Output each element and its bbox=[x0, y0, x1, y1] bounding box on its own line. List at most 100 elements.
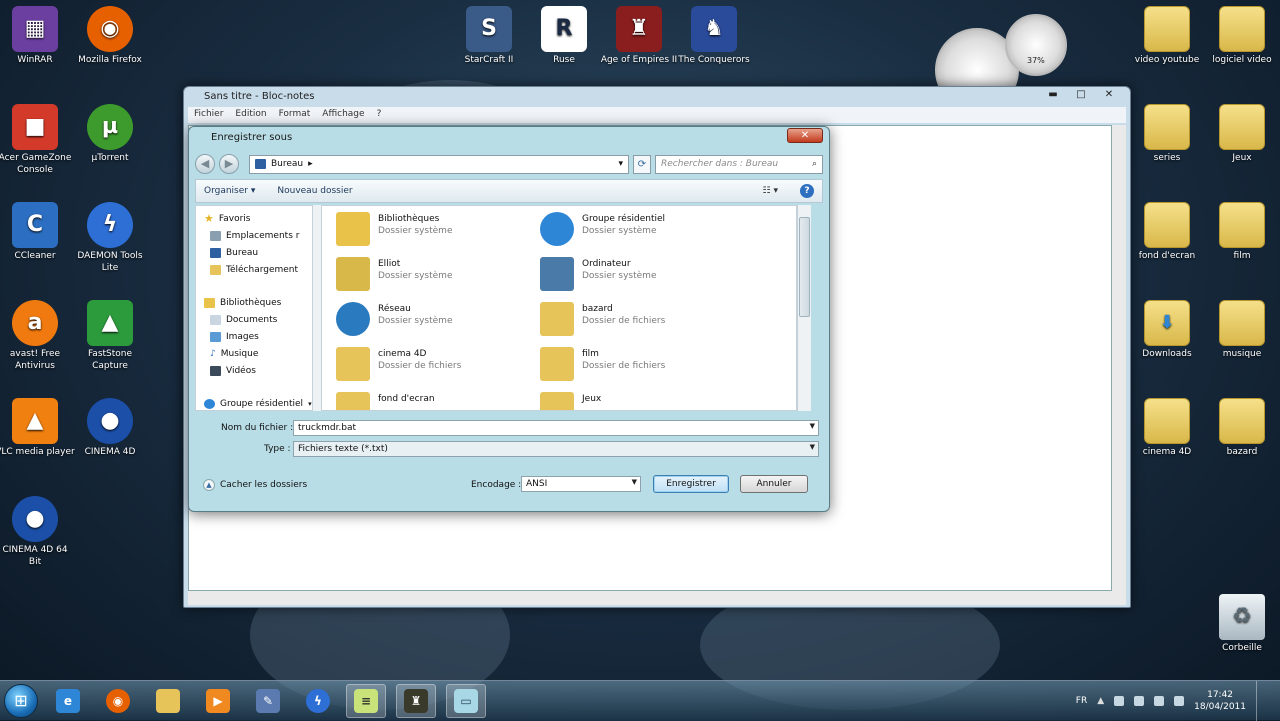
desktop-icon-faststone[interactable]: ▲ FastStone Capture bbox=[70, 300, 150, 372]
taskbar-game[interactable]: ♜ bbox=[396, 684, 436, 718]
desktop-icon-vlc[interactable]: ▲ VLC media player bbox=[0, 398, 75, 458]
desktop-icon-ccleaner[interactable]: C CCleaner bbox=[0, 202, 75, 262]
taskbar-notepad[interactable]: ≡ bbox=[346, 684, 386, 718]
chevron-down-icon[interactable]: ▼ bbox=[810, 443, 815, 451]
memory-meter-gadget[interactable]: 37% bbox=[1005, 14, 1067, 76]
desktop-icon-utorrent[interactable]: µ µTorrent bbox=[70, 104, 150, 164]
desktop-icon-cinema4d[interactable]: ● CINEMA 4D bbox=[70, 398, 150, 458]
nav-images[interactable]: Images bbox=[204, 328, 312, 345]
show-desktop-button[interactable] bbox=[1256, 681, 1266, 721]
action-center-icon[interactable] bbox=[1114, 696, 1125, 706]
desktop-folder-fond-ecran[interactable]: fond d'ecran bbox=[1127, 202, 1207, 262]
notepad-horizontal-scrollbar[interactable] bbox=[188, 591, 1126, 605]
desktop-folder-film[interactable]: film bbox=[1202, 202, 1280, 262]
encoding-select[interactable]: ANSI ▼ bbox=[521, 476, 641, 492]
forward-button[interactable]: ▶ bbox=[219, 154, 239, 174]
nav-videos[interactable]: Vidéos bbox=[204, 362, 312, 379]
network-icon[interactable] bbox=[1154, 696, 1165, 706]
type-select[interactable]: Fichiers texte (*.txt) ▼ bbox=[293, 441, 819, 457]
file-item-fond-ecran[interactable]: fond d'ecran bbox=[336, 392, 536, 410]
navigation-scrollbar[interactable] bbox=[313, 205, 321, 411]
chevron-down-icon[interactable]: ▼ bbox=[632, 478, 637, 486]
file-item-jeux[interactable]: Jeux bbox=[540, 392, 740, 410]
desktop-icon-cinema4d-64[interactable]: ● CINEMA 4D 64 Bit bbox=[0, 496, 75, 568]
taskbar-explorer[interactable] bbox=[148, 684, 188, 718]
back-button[interactable]: ◀ bbox=[195, 154, 215, 174]
desktop-icon-conquerors[interactable]: ♞ The Conquerors bbox=[674, 6, 754, 66]
file-item-ordinateur[interactable]: Ordinateur Dossier système bbox=[540, 257, 740, 299]
desktop-icon-winrar[interactable]: ▦ WinRAR bbox=[0, 6, 75, 66]
chevron-down-icon[interactable]: ▾ bbox=[618, 159, 623, 169]
menu-affichage[interactable]: Affichage bbox=[322, 109, 364, 121]
save-button[interactable]: Enregistrer bbox=[653, 475, 729, 493]
menu-edition[interactable]: Edition bbox=[235, 109, 266, 121]
desktop-folder-logiciel-video[interactable]: logiciel video bbox=[1202, 6, 1280, 66]
volume-icon[interactable] bbox=[1174, 696, 1185, 706]
search-input[interactable]: Rechercher dans : Bureau ⌕ bbox=[655, 154, 823, 174]
minimize-button[interactable]: ▬ bbox=[1040, 88, 1066, 102]
help-icon[interactable]: ? bbox=[800, 184, 814, 198]
file-item-reseau[interactable]: Réseau Dossier système bbox=[336, 302, 536, 344]
close-button[interactable]: ✕ bbox=[1096, 88, 1122, 102]
nav-downloads[interactable]: Téléchargement bbox=[204, 261, 312, 278]
file-list-scrollbar[interactable] bbox=[797, 205, 811, 411]
scrollbar-thumb[interactable] bbox=[799, 217, 810, 317]
desktop-icon-age-of-empires[interactable]: ♜ Age of Empires II bbox=[599, 6, 679, 66]
taskbar-daemon-tools[interactable]: ϟ bbox=[298, 684, 338, 718]
chevron-down-icon[interactable]: ▼ bbox=[810, 422, 815, 430]
menu-fichier[interactable]: Fichier bbox=[194, 109, 223, 121]
cancel-button[interactable]: Annuler bbox=[740, 475, 808, 493]
menu-format[interactable]: Format bbox=[279, 109, 311, 121]
maximize-button[interactable]: □ bbox=[1068, 88, 1094, 102]
view-options-icon[interactable]: ☷ ▾ bbox=[763, 186, 778, 196]
address-bar[interactable]: Bureau ▸ ▾ bbox=[249, 154, 629, 174]
save-as-dialog[interactable]: Enregistrer sous ✕ ◀ ▶ Bureau ▸ ▾ ⟳ Rech… bbox=[188, 126, 830, 512]
file-item-bibliotheques[interactable]: Bibliothèques Dossier système bbox=[336, 212, 536, 254]
hide-folders-toggle[interactable]: ▲ Cacher les dossiers bbox=[203, 479, 307, 491]
notepad-vertical-scrollbar[interactable] bbox=[1112, 125, 1126, 591]
taskbar-dialog[interactable]: ▭ bbox=[446, 684, 486, 718]
file-item-elliot[interactable]: Elliot Dossier système bbox=[336, 257, 536, 299]
desktop-icon-ruse[interactable]: R Ruse bbox=[524, 6, 604, 66]
nav-homegroup[interactable]: Groupe résidentiel ▾ bbox=[204, 395, 312, 410]
nav-libraries[interactable]: Bibliothèques bbox=[204, 294, 312, 311]
desktop-folder-bazard[interactable]: bazard bbox=[1202, 398, 1280, 458]
desktop-icon-firefox[interactable]: ◉ Mozilla Firefox bbox=[70, 6, 150, 66]
taskbar-utility[interactable]: ✎ bbox=[248, 684, 288, 718]
nav-recent-places[interactable]: Emplacements r bbox=[204, 227, 312, 244]
new-folder-button[interactable]: Nouveau dossier bbox=[277, 186, 352, 196]
desktop-recycle-bin[interactable]: ♻ Corbeille bbox=[1202, 594, 1280, 654]
desktop-icon-avast[interactable]: a avast! Free Antivirus bbox=[0, 300, 75, 372]
file-item-film[interactable]: film Dossier de fichiers bbox=[540, 347, 740, 389]
desktop-icon-gamezone[interactable]: ■ Acer GameZone Console bbox=[0, 104, 75, 176]
menu-help[interactable]: ? bbox=[377, 109, 382, 121]
nav-desktop[interactable]: Bureau bbox=[204, 244, 312, 261]
dialog-close-button[interactable]: ✕ bbox=[787, 128, 823, 143]
usb-icon[interactable] bbox=[1134, 696, 1145, 706]
refresh-button[interactable]: ⟳ bbox=[633, 154, 651, 174]
nav-music[interactable]: ♪ Musique bbox=[204, 345, 312, 362]
filename-input[interactable]: truckmdr.bat ▼ bbox=[293, 420, 819, 436]
show-hidden-icons[interactable]: ▲ bbox=[1097, 696, 1104, 706]
desktop-folder-musique[interactable]: musique bbox=[1202, 300, 1280, 360]
chevron-down-icon[interactable]: ▾ bbox=[308, 400, 312, 408]
desktop-folder-downloads[interactable]: ⬇ Downloads bbox=[1127, 300, 1207, 360]
taskbar-media-player[interactable]: ▶ bbox=[198, 684, 238, 718]
file-item-groupe-residentiel[interactable]: Groupe résidentiel Dossier système bbox=[540, 212, 740, 254]
desktop-icon-starcraft[interactable]: S StarCraft II bbox=[449, 6, 529, 66]
taskbar-internet-explorer[interactable]: e bbox=[48, 684, 88, 718]
language-indicator[interactable]: FR bbox=[1076, 696, 1087, 706]
taskbar-firefox[interactable]: ◉ bbox=[98, 684, 138, 718]
clock[interactable]: 17:42 18/04/2011 bbox=[1194, 689, 1246, 713]
desktop-folder-cinema4d[interactable]: cinema 4D bbox=[1127, 398, 1207, 458]
desktop-folder-series[interactable]: series bbox=[1127, 104, 1207, 164]
file-item-bazard[interactable]: bazard Dossier de fichiers bbox=[540, 302, 740, 344]
desktop-folder-jeux[interactable]: Jeux bbox=[1202, 104, 1280, 164]
nav-favorites[interactable]: ★ Favoris bbox=[204, 210, 312, 227]
nav-documents[interactable]: Documents bbox=[204, 311, 312, 328]
start-button[interactable]: ⊞ bbox=[4, 684, 38, 718]
file-item-cinema4d[interactable]: cinema 4D Dossier de fichiers bbox=[336, 347, 536, 389]
desktop-folder-video-youtube[interactable]: video youtube bbox=[1127, 6, 1207, 66]
desktop-icon-daemon-tools[interactable]: ϟ DAEMON Tools Lite bbox=[70, 202, 150, 274]
organize-button[interactable]: Organiser ▾ bbox=[204, 186, 255, 196]
